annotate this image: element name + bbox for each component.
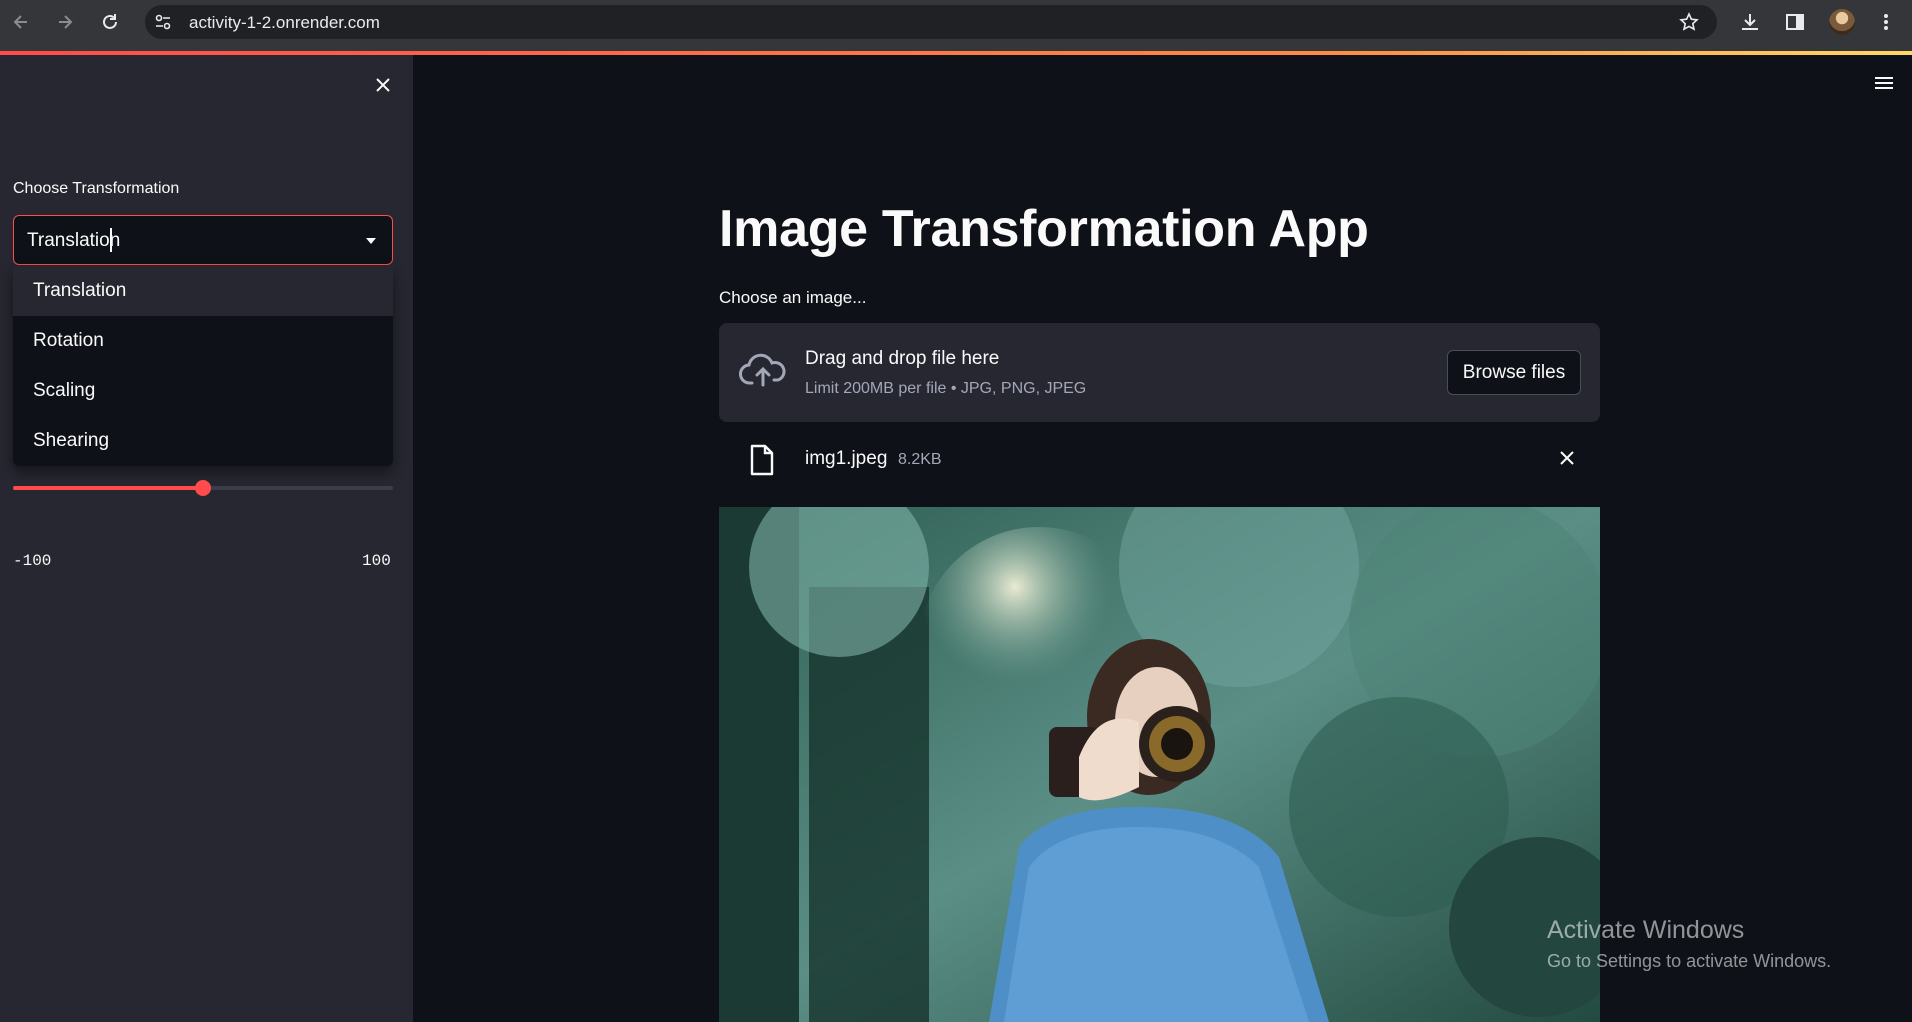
reload-icon[interactable] <box>97 9 123 35</box>
photo-woman-with-camera <box>719 507 1600 1022</box>
hamburger-menu-icon[interactable] <box>1873 74 1895 92</box>
side-panel-icon[interactable] <box>1783 10 1807 34</box>
chevron-down-icon[interactable] <box>364 234 378 248</box>
slider-min-label: -100 <box>13 552 52 570</box>
dropzone-title: Drag and drop file here <box>805 348 1000 369</box>
slider-thumb[interactable] <box>195 480 211 496</box>
url-text[interactable]: activity-1-2.onrender.com <box>189 13 380 33</box>
bookmark-star-icon[interactable] <box>1679 12 1699 32</box>
remove-file-icon[interactable] <box>1556 447 1578 469</box>
translation-slider[interactable] <box>13 476 393 500</box>
cloud-upload-icon <box>739 353 787 389</box>
browse-files-button[interactable]: Browse files <box>1447 350 1581 395</box>
file-name: img1.jpeg <box>805 448 888 469</box>
profile-avatar[interactable] <box>1829 9 1855 35</box>
site-settings-icon[interactable] <box>154 13 172 31</box>
uploader-label: Choose an image... <box>719 288 867 307</box>
transformation-dropdown-menu: Translation Rotation Scaling Shearing <box>13 266 393 466</box>
windows-activation-watermark: Activate Windows Go to Settings to activ… <box>1547 916 1831 972</box>
option-scaling[interactable]: Scaling <box>13 366 393 416</box>
transformation-select[interactable]: Translation <box>13 215 393 265</box>
uploaded-image-preview <box>719 507 1600 1022</box>
browser-toolbar: activity-1-2.onrender.com <box>0 0 1912 55</box>
transformation-label: Choose Transformation <box>13 180 180 197</box>
option-translation[interactable]: Translation <box>13 266 393 316</box>
select-value[interactable]: Translation <box>27 230 120 252</box>
back-icon[interactable] <box>8 9 34 35</box>
file-icon <box>749 444 775 476</box>
address-bar[interactable]: activity-1-2.onrender.com <box>145 5 1717 39</box>
option-rotation[interactable]: Rotation <box>13 316 393 366</box>
slider-max-label: 100 <box>362 552 391 570</box>
slider-fill <box>13 486 203 490</box>
close-sidebar-icon[interactable] <box>370 72 396 98</box>
option-shearing[interactable]: Shearing <box>13 416 393 466</box>
forward-icon[interactable] <box>52 9 78 35</box>
watermark-title: Activate Windows <box>1547 916 1745 944</box>
download-icon[interactable] <box>1738 10 1762 34</box>
dropzone-subtitle: Limit 200MB per file • JPG, PNG, JPEG <box>805 380 1087 397</box>
text-caret <box>110 228 112 252</box>
watermark-subtitle: Go to Settings to activate Windows. <box>1547 951 1832 971</box>
more-menu-icon[interactable] <box>1874 10 1898 34</box>
page-title: Image Transformation App <box>719 200 1369 258</box>
sidebar: Choose Transformation Translation Transl… <box>0 55 413 1022</box>
file-size: 8.2KB <box>898 451 942 468</box>
